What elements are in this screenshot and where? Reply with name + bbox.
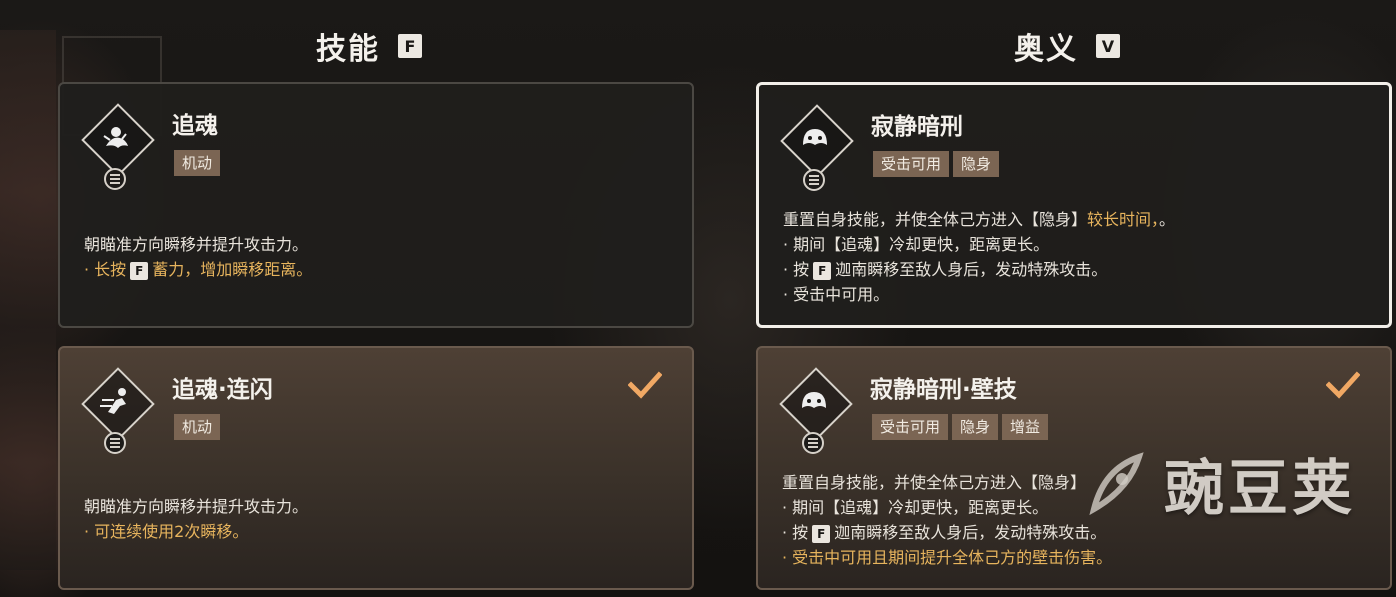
ultimate-column-header: 奥义 V bbox=[1014, 26, 1120, 67]
tag-list: 机动 bbox=[174, 414, 221, 440]
desc-tail: 。 bbox=[1159, 210, 1176, 229]
watermark: 豌豆荚 bbox=[1084, 440, 1356, 527]
line-prefix: · 按 bbox=[783, 260, 810, 279]
line-suffix: 迦南瞬移至敌人身后，发动特殊攻击。 bbox=[834, 523, 1107, 542]
description-gold-line: · 受击中可用且期间提升全体己方的壁击伤害。 bbox=[782, 548, 1113, 567]
skill-key-badge: F bbox=[398, 34, 422, 58]
card-description: 朝瞄准方向瞬移并提升攻击力。 · 长按 F 蓄力，增加瞬移距离。 bbox=[84, 232, 312, 282]
card-title: 追魂·连闪 bbox=[172, 377, 273, 403]
gold-line-suffix: 蓄力，增加瞬移距离。 bbox=[152, 260, 313, 279]
gold-line-prefix: · 长按 bbox=[84, 260, 127, 279]
selected-check-icon bbox=[1326, 371, 1360, 399]
tag-list: 机动 bbox=[174, 150, 221, 176]
ultimate-column-title: 奥义 bbox=[1014, 32, 1078, 67]
dash-figure-icon bbox=[81, 367, 155, 441]
desc-main: 重置自身技能，并使全体己方进入【隐身】 bbox=[783, 210, 1088, 229]
description-line: · 期间【追魂】冷却更快，距离更长。 bbox=[783, 235, 1050, 254]
description-line: 重置自身技能，并使全体己方进入【隐身】较长时间，。 bbox=[783, 207, 1175, 232]
skill-detail-menu-button[interactable] bbox=[104, 168, 126, 190]
tag: 受击可用 bbox=[872, 414, 949, 440]
tag-list: 受击可用 隐身 bbox=[873, 151, 1000, 177]
key-hint-f: F bbox=[813, 261, 832, 280]
desc-gold: 较长时间， bbox=[1087, 210, 1160, 229]
description-line: 重置自身技能，并使全体己方进入【隐身】 bbox=[782, 473, 1087, 492]
card-description: 重置自身技能，并使全体己方进入【隐身】较长时间，。 · 期间【追魂】冷却更快，距… bbox=[783, 207, 1175, 307]
description-gold-line: · 长按 F 蓄力，增加瞬移距离。 bbox=[84, 257, 312, 282]
skill-detail-menu-button[interactable] bbox=[104, 432, 126, 454]
ultimate-card-silent-execution[interactable]: 寂静暗刑 受击可用 隐身 重置自身技能，并使全体己方进入【隐身】较长时间，。 ·… bbox=[756, 82, 1392, 328]
skill-card-chasing-soul-chain[interactable]: 追魂·连闪 机动 朝瞄准方向瞬移并提升攻击力。 · 可连续使用2次瞬移。 bbox=[58, 346, 694, 590]
masked-face-icon bbox=[780, 104, 854, 178]
key-hint-f: F bbox=[130, 261, 149, 280]
key-hint-f: F bbox=[812, 524, 831, 543]
line-prefix: · 按 bbox=[782, 523, 809, 542]
skill-detail-menu-button[interactable] bbox=[803, 169, 825, 191]
description-line: · 受击中可用。 bbox=[783, 285, 890, 304]
character-list-backdrop bbox=[0, 30, 56, 570]
line-suffix: 迦南瞬移至敌人身后，发动特殊攻击。 bbox=[835, 260, 1108, 279]
card-description: 重置自身技能，并使全体己方进入【隐身】 · 期间【追魂】冷却更快，距离更长。 ·… bbox=[782, 470, 1112, 570]
tag: 增益 bbox=[1002, 414, 1049, 440]
selected-check-icon bbox=[628, 371, 662, 399]
description-line: 朝瞄准方向瞬移并提升攻击力。 bbox=[84, 235, 309, 254]
description-gold-line: · 可连续使用2次瞬移。 bbox=[84, 522, 249, 541]
tag: 隐身 bbox=[952, 414, 999, 440]
tag: 机动 bbox=[174, 414, 221, 440]
description-line: · 按 F 迦南瞬移至敌人身后，发动特殊攻击。 bbox=[783, 257, 1175, 282]
skill-detail-menu-button[interactable] bbox=[802, 432, 824, 454]
tag: 隐身 bbox=[953, 151, 1000, 177]
chasing-soul-icon bbox=[81, 103, 155, 177]
card-description: 朝瞄准方向瞬移并提升攻击力。 · 可连续使用2次瞬移。 bbox=[84, 494, 308, 544]
skill-card-chasing-soul[interactable]: 追魂 机动 朝瞄准方向瞬移并提升攻击力。 · 长按 F 蓄力，增加瞬移距离。 bbox=[58, 82, 694, 328]
tag: 受击可用 bbox=[873, 151, 950, 177]
card-title: 寂静暗刑 bbox=[871, 114, 963, 140]
tag-list: 受击可用 隐身 增益 bbox=[872, 414, 1049, 440]
tag: 机动 bbox=[174, 150, 221, 176]
skill-column-header: 技能 F bbox=[316, 26, 422, 67]
pea-pod-logo-icon bbox=[1089, 451, 1144, 515]
skill-column-title: 技能 bbox=[316, 32, 380, 67]
card-title: 追魂 bbox=[172, 113, 218, 139]
ultimate-key-badge: V bbox=[1096, 34, 1120, 58]
card-title: 寂静暗刑·壁技 bbox=[870, 377, 1017, 403]
watermark-text: 豌豆荚 bbox=[1164, 454, 1356, 524]
description-line: · 期间【追魂】冷却更快，距离更长。 bbox=[782, 498, 1049, 517]
masked-face-icon bbox=[779, 367, 853, 441]
description-line: · 按 F 迦南瞬移至敌人身后，发动特殊攻击。 bbox=[782, 520, 1112, 545]
description-line: 朝瞄准方向瞬移并提升攻击力。 bbox=[84, 497, 309, 516]
